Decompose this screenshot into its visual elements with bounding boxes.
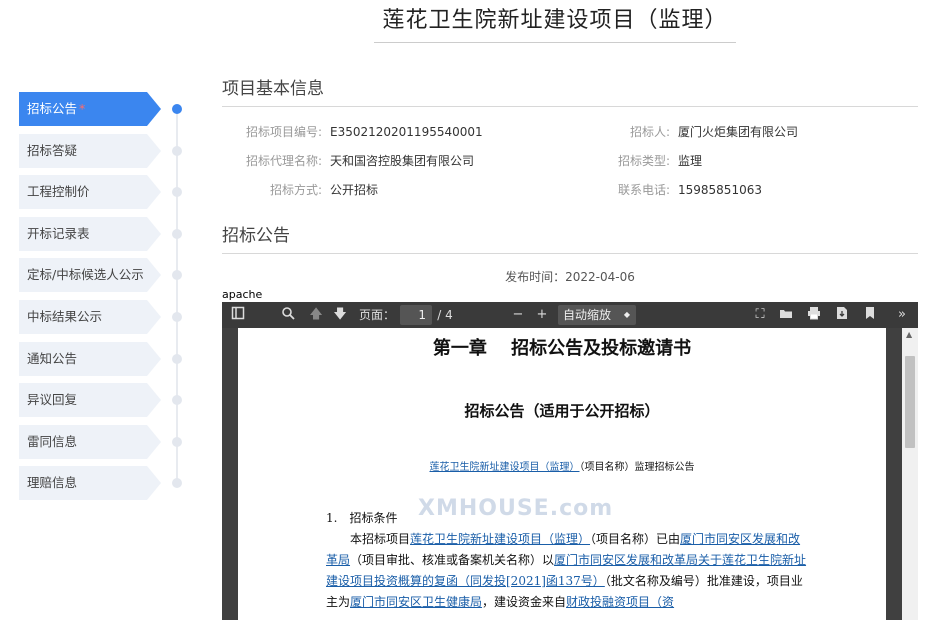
page-number-input[interactable]: 1 bbox=[400, 305, 432, 325]
scroll-up-icon[interactable]: ▲ bbox=[906, 330, 912, 339]
document-subtitle: 招标公告（适用于公开招标） bbox=[464, 402, 660, 420]
document-body: 1. 招标条件 本招标项目莲花卫生院新址建设项目（监理）（项目名称）已由厦门市同… bbox=[326, 508, 812, 613]
field-value: E3502120201195540001 bbox=[330, 125, 483, 139]
zoom-value: 自动缩放 bbox=[563, 308, 612, 322]
zoom-out-icon[interactable]: − bbox=[510, 306, 526, 324]
text: （项目名称）已由 bbox=[590, 532, 681, 546]
text: （项目审批、核准或备案机关名称）以 bbox=[350, 553, 555, 567]
sidebar-item-claims[interactable]: 理赔信息 bbox=[19, 466, 189, 501]
sidebar-item-label: 雷同信息 bbox=[19, 424, 161, 459]
timeline-dot bbox=[172, 228, 182, 239]
pdf-page: 第一章 招标公告及投标邀请书 招标公告（适用于公开招标） 莲花卫生院新址建设项目… bbox=[238, 328, 886, 620]
timeline-dot bbox=[172, 478, 182, 489]
project-line: 莲花卫生院新址建设项目（监理）（项目名称）监理招标公告 bbox=[238, 458, 886, 473]
link[interactable]: 厦门市同安区卫生健康局 bbox=[350, 595, 482, 609]
sidebar-item-label: 理赔信息 bbox=[19, 466, 161, 501]
basic-info-title: 项目基本信息 bbox=[222, 79, 324, 99]
field-label: 招标项目编号: bbox=[245, 125, 322, 139]
divider bbox=[222, 253, 918, 254]
bookmark-icon[interactable] bbox=[862, 306, 878, 324]
next-page-icon[interactable]: 🡇 bbox=[332, 306, 348, 324]
link[interactable]: 财政投融资项目（资 bbox=[566, 595, 674, 609]
page-total: / 4 bbox=[437, 308, 453, 322]
section-heading: 1. 招标条件 bbox=[326, 511, 398, 525]
download-icon[interactable] bbox=[834, 306, 850, 324]
project-name-link[interactable]: 莲花卫生院新址建设项目（监理） bbox=[430, 462, 580, 473]
publish-date: 2022-04-06 bbox=[565, 270, 635, 284]
chevron-down-icon: ◆ bbox=[623, 310, 630, 319]
sidebar-item-notice[interactable]: 招标公告 * bbox=[19, 92, 189, 126]
sidebar-item-label: 招标公告 bbox=[27, 101, 78, 116]
sidebar-item-label: 开标记录表 bbox=[19, 216, 161, 251]
pdf-scrollbar[interactable]: ▲ bbox=[902, 328, 918, 620]
page-label: 页面： bbox=[358, 308, 395, 322]
zoom-select[interactable]: 自动缩放 ◆ bbox=[558, 305, 636, 325]
timeline-dot bbox=[172, 145, 182, 156]
sidebar-item-label: 中标结果公示 bbox=[19, 299, 161, 334]
timeline-dot bbox=[172, 270, 182, 281]
text: 本招标项目 bbox=[350, 532, 411, 546]
pdf-toolbar: 🡅 🡇 页面： 1 / 4 − + 自动缩放 ◆ ⛶ » bbox=[222, 302, 918, 328]
open-file-icon[interactable] bbox=[778, 306, 794, 324]
sidebar-item-result[interactable]: 中标结果公示 bbox=[19, 299, 189, 334]
project-suffix: （项目名称）监理招标公告 bbox=[579, 462, 695, 473]
publish-label: 发布时间： bbox=[505, 270, 566, 284]
sidebar-item-objection[interactable]: 异议回复 bbox=[19, 383, 189, 418]
field-value: 监理 bbox=[678, 154, 703, 168]
page-title: 莲花卫生院新址建设项目（监理） bbox=[374, 4, 736, 43]
field-label: 招标代理名称: bbox=[245, 154, 322, 168]
timeline-dot bbox=[172, 436, 182, 447]
print-icon[interactable] bbox=[806, 306, 822, 324]
sidebar-item-label: 招标答疑 bbox=[19, 133, 161, 168]
info-phone: 联系电话: 15985851063 bbox=[570, 181, 762, 198]
divider bbox=[222, 106, 918, 107]
required-marker: * bbox=[79, 101, 86, 116]
field-label: 联系电话: bbox=[617, 183, 670, 197]
timeline-dot bbox=[172, 395, 182, 406]
prev-page-icon[interactable]: 🡅 bbox=[308, 306, 324, 324]
timeline-dot bbox=[172, 311, 182, 322]
paragraph: 本招标项目莲花卫生院新址建设项目（监理）（项目名称）已由厦门市同安区发展和改革局… bbox=[326, 529, 812, 613]
scrollbar-thumb[interactable] bbox=[905, 356, 915, 448]
more-tools-icon[interactable]: » bbox=[894, 306, 910, 324]
chapter-heading: 第一章 招标公告及投标邀请书 bbox=[432, 338, 692, 359]
sidebar-item-candidates[interactable]: 定标/中标候选人公示 bbox=[19, 258, 189, 293]
link[interactable]: 莲花卫生院新址建设项目（监理） bbox=[410, 532, 590, 546]
sidebar-item-label: 通知公告 bbox=[19, 341, 161, 376]
info-method: 招标方式: 公开招标 bbox=[222, 181, 378, 198]
field-value: 天和国咨控股集团有限公司 bbox=[330, 154, 475, 168]
field-value: 15985851063 bbox=[678, 183, 762, 197]
sidebar-item-notification[interactable]: 通知公告 bbox=[19, 341, 189, 376]
publish-time: 发布时间：2022-04-06 bbox=[222, 268, 918, 285]
timeline-dot bbox=[172, 187, 182, 198]
timeline-dot bbox=[172, 353, 182, 364]
field-value: 厦门火炬集团有限公司 bbox=[678, 125, 799, 139]
pdf-viewer[interactable]: apache 🡅 🡇 页面： 1 / 4 − + 自动缩放 ◆ ⛶ » 第一章 招… bbox=[222, 288, 918, 620]
field-label: 招标方式: bbox=[269, 183, 322, 197]
sidebar-item-similar[interactable]: 雷同信息 bbox=[19, 424, 189, 459]
zoom-in-icon[interactable]: + bbox=[534, 306, 550, 324]
info-agency: 招标代理名称: 天和国咨控股集团有限公司 bbox=[222, 152, 474, 169]
search-icon[interactable] bbox=[280, 306, 296, 324]
sidebar-item-qa[interactable]: 招标答疑 bbox=[19, 133, 189, 168]
info-project-number: 招标项目编号: E3502120201195540001 bbox=[222, 123, 483, 140]
info-tenderer: 招标人: 厦门火炬集团有限公司 bbox=[570, 123, 798, 140]
sidebar-item-label: 工程控制价 bbox=[19, 175, 161, 210]
frame-label: apache bbox=[222, 288, 918, 302]
info-tender-type: 招标类型: 监理 bbox=[570, 152, 702, 169]
field-label: 招标类型: bbox=[617, 154, 670, 168]
text: ，建设资金来自 bbox=[482, 595, 567, 609]
sidebar-item-label: 定标/中标候选人公示 bbox=[19, 258, 161, 293]
sidebar: 招标公告 * 招标答疑 工程控制价 开标记录表 定标/中标候选人公示 中标结果公示… bbox=[19, 92, 189, 508]
sidebar-item-control-price[interactable]: 工程控制价 bbox=[19, 175, 189, 210]
sidebar-item-label: 异议回复 bbox=[19, 383, 161, 418]
field-label: 招标人: bbox=[629, 125, 670, 139]
sidebar-item-opening-record[interactable]: 开标记录表 bbox=[19, 216, 189, 251]
timeline-dot bbox=[172, 104, 182, 114]
field-value: 公开招标 bbox=[330, 183, 379, 197]
presentation-icon[interactable]: ⛶ bbox=[752, 306, 768, 324]
sidebar-toggle-icon[interactable] bbox=[230, 306, 246, 324]
notice-title: 招标公告 bbox=[222, 226, 290, 246]
